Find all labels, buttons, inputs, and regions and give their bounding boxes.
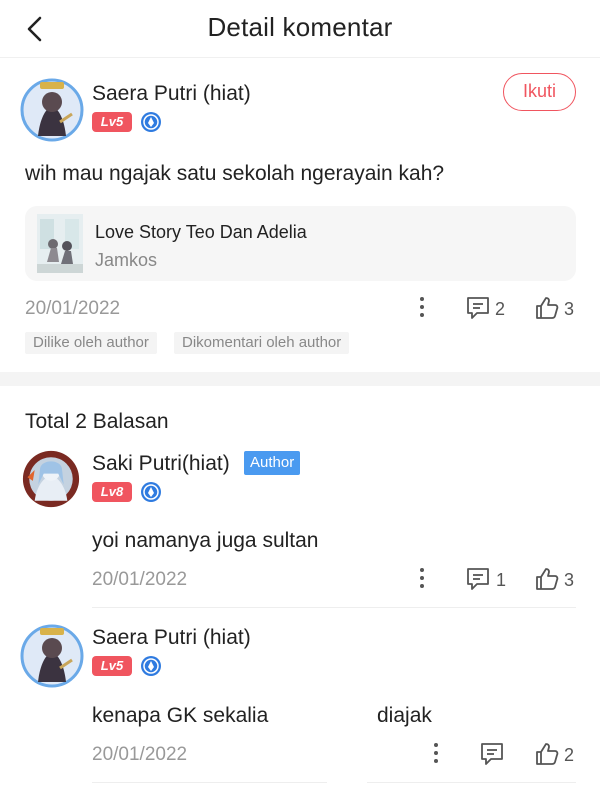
like-count: 2 [564,745,575,765]
shield-icon [140,655,162,677]
comment-date: 20/01/2022 [25,298,121,319]
top-bar: Detail komentar [0,0,600,58]
more-icon[interactable] [431,741,441,767]
more-icon[interactable] [417,295,427,321]
user-name[interactable]: Saki Putri(hiat) [92,452,230,476]
replies-header: Total 2 Balasan [25,410,169,433]
reply-text-part2: diajak [377,704,432,727]
section-divider [0,372,600,386]
user-name[interactable]: Saera Putri (hiat) [92,626,251,650]
author-badge: Author [244,451,301,475]
shield-icon [140,111,162,133]
book-card[interactable]: Love Story Teo Dan Adelia Jamkos [25,206,576,281]
like-icon[interactable] [534,741,560,767]
tag-liked-by-author: Dilike oleh author [25,332,157,354]
book-cover [37,214,83,273]
like-count: 3 [564,299,575,319]
reply-icon[interactable] [479,741,505,767]
shield-icon [140,481,162,503]
level-badge: Lv8 [92,482,132,502]
comment-text: wih mau ngajak satu sekolah ngerayain ka… [25,162,445,185]
level-badge: Lv5 [92,656,132,676]
reply-text: yoi namanya juga sultan [92,529,319,552]
page-title: Detail komentar [207,12,393,42]
user-name[interactable]: Saera Putri (hiat) [92,82,251,106]
divider [367,782,576,783]
more-icon[interactable] [417,566,427,592]
follow-button[interactable]: Ikuti [503,73,576,111]
reply-count: 1 [496,570,507,590]
reply-icon[interactable] [465,566,491,592]
tag-commented-by-author: Dikomentari oleh author [174,332,350,354]
reply-date: 20/01/2022 [92,569,188,590]
reply-date: 20/01/2022 [92,744,188,765]
divider [92,607,576,608]
like-icon[interactable] [534,566,560,592]
avatar[interactable] [20,78,84,142]
reply-text-part1: kenapa GK sekalia [92,704,269,727]
like-icon[interactable] [534,295,560,321]
book-title: Love Story Teo Dan Adelia [95,222,307,242]
like-count: 3 [564,570,575,590]
book-author: Jamkos [95,250,158,270]
level-badge: Lv5 [92,112,132,132]
reply-count: 2 [495,299,506,319]
avatar[interactable] [22,450,80,508]
divider [92,782,327,783]
avatar[interactable] [20,624,84,688]
reply-icon[interactable] [465,295,491,321]
